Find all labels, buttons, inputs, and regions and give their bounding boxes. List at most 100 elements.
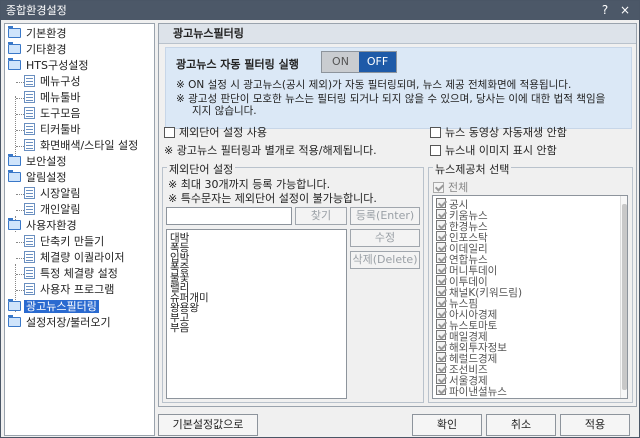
source-item[interactable]: 인포스탁: [436, 231, 488, 243]
sources-scrollbar[interactable]: [620, 196, 627, 398]
tree-item-security[interactable]: 보안설정: [8, 154, 68, 170]
tree-item-volume-equalizer[interactable]: 체결량 이퀄라이저: [24, 250, 126, 266]
source-checkbox[interactable]: [436, 341, 446, 351]
sources-group-title: 뉴스제공처 선택: [433, 161, 512, 177]
hide-images-checkbox[interactable]: [430, 145, 441, 156]
all-sources-checkbox[interactable]: [433, 182, 444, 193]
source-item[interactable]: 공시: [436, 198, 468, 210]
source-checkbox[interactable]: [436, 363, 446, 373]
source-checkbox[interactable]: [436, 297, 446, 307]
ad-news-filter-panel: 광고뉴스필터링 광고뉴스 자동 필터링 실행 ON OFF ※ ON 설정 시 …: [158, 23, 637, 407]
list-item[interactable]: 부음: [170, 323, 189, 334]
source-item[interactable]: 이투데이: [436, 275, 488, 287]
close-icon[interactable]: ×: [618, 1, 632, 20]
settings-tree: 기본환경 기타환경 HTS구성설정 메뉴구성 메뉴툴바 도구모음 티커툴바 화면…: [4, 23, 155, 436]
news-sources-group: 뉴스제공처 선택 전체 공시 키움뉴스 한경뉴스 인포스탁 이데일리 연합뉴스 …: [428, 161, 633, 403]
document-icon: [24, 283, 35, 295]
tree-item-etc[interactable]: 기타환경: [8, 42, 68, 58]
video-autoplay-checkbox[interactable]: [430, 127, 441, 138]
folder-icon: [8, 58, 21, 70]
tree-item-ad-news-filter[interactable]: 광고뉴스필터링: [8, 299, 99, 315]
toggle-on-option[interactable]: ON: [322, 52, 359, 72]
source-item[interactable]: 아시아경제: [436, 308, 497, 320]
source-checkbox[interactable]: [436, 231, 446, 241]
apply-button[interactable]: 적용: [560, 414, 630, 436]
ok-button[interactable]: 확인: [412, 414, 482, 436]
document-icon: [24, 75, 35, 87]
exclude-word-input[interactable]: [166, 207, 292, 225]
source-checkbox[interactable]: [436, 385, 446, 395]
source-item[interactable]: 파이낸셜뉴스: [436, 385, 507, 397]
folder-icon: [8, 218, 21, 230]
source-checkbox[interactable]: [436, 220, 446, 230]
source-item[interactable]: 해외투자정보: [436, 341, 507, 353]
source-item[interactable]: 뉴스핌: [436, 297, 478, 309]
source-item[interactable]: 헤럴드경제: [436, 352, 497, 364]
source-checkbox[interactable]: [436, 352, 446, 362]
document-icon: [24, 139, 35, 151]
panel-title: 광고뉴스필터링: [159, 24, 636, 44]
source-checkbox[interactable]: [436, 253, 446, 263]
sources-list[interactable]: 공시 키움뉴스 한경뉴스 인포스탁 이데일리 연합뉴스 머니투데이 이투데이 채…: [432, 195, 628, 399]
tree-item-menu-toolbar[interactable]: 메뉴툴바: [24, 90, 82, 106]
tree-item-ticker-toolbar[interactable]: 티커툴바: [24, 122, 82, 138]
separate-note: ※ 광고뉴스 필터링과 별개로 적용/해제됩니다.: [164, 144, 377, 157]
source-checkbox[interactable]: [436, 275, 446, 285]
hide-images-option[interactable]: 뉴스내 이미지 표시 안함: [430, 142, 557, 158]
source-checkbox[interactable]: [436, 209, 446, 219]
toggle-off-option[interactable]: OFF: [359, 52, 396, 72]
source-checkbox[interactable]: [436, 374, 446, 384]
tree-item-user-env[interactable]: 사용자환경: [8, 218, 79, 234]
source-item[interactable]: 머니투데이: [436, 264, 497, 276]
source-checkbox[interactable]: [436, 330, 446, 340]
filter-label: 광고뉴스 자동 필터링 실행: [176, 58, 299, 71]
use-exclude-checkbox[interactable]: [164, 127, 175, 138]
source-item[interactable]: 키움뉴스: [436, 209, 488, 221]
delete-button[interactable]: 삭제(Delete): [350, 251, 420, 269]
edit-button[interactable]: 수정: [350, 229, 420, 247]
source-item[interactable]: 조선비즈: [436, 363, 488, 375]
tree-item-hts[interactable]: HTS구성설정: [8, 58, 90, 74]
exclude-words-list[interactable]: 대박 폭등 입박 폭증 불꽃 랠리 슈퍼개미 왕용왕 부고 부음: [166, 229, 347, 399]
register-button[interactable]: 등록(Enter): [350, 207, 420, 225]
tree-item-user-program[interactable]: 사용자 프로그램: [24, 282, 116, 298]
exclude-group-title: 제외단어 설정: [167, 161, 236, 177]
source-item[interactable]: 연합뉴스: [436, 253, 488, 265]
source-checkbox[interactable]: [436, 242, 446, 252]
settings-window: 종합환경설정 ? × 기본환경 기타환경 HTS구성설정 메뉴구성 메뉴툴바 도…: [0, 0, 640, 438]
source-checkbox[interactable]: [436, 286, 446, 296]
source-checkbox[interactable]: [436, 319, 446, 329]
tree-item-market-alert[interactable]: 시장알림: [24, 186, 82, 202]
tree-item-basic[interactable]: 기본환경: [8, 26, 68, 42]
video-autoplay-option[interactable]: 뉴스 동영상 자동재생 안함: [430, 124, 567, 140]
source-checkbox[interactable]: [436, 198, 446, 208]
all-sources-option[interactable]: 전체: [433, 179, 468, 195]
source-item[interactable]: 이데일리: [436, 242, 488, 254]
source-item[interactable]: 서울경제: [436, 374, 488, 386]
use-exclude-words-option[interactable]: 제외단어 설정 사용: [164, 124, 267, 140]
source-item[interactable]: 한경뉴스: [436, 220, 488, 232]
filter-info-box: 광고뉴스 자동 필터링 실행 ON OFF ※ ON 설정 시 광고뉴스(공시 …: [165, 47, 632, 129]
filter-toggle[interactable]: ON OFF: [321, 51, 397, 73]
tree-item-screen-style[interactable]: 화면배색/스타일 설정: [24, 138, 140, 154]
source-checkbox[interactable]: [436, 264, 446, 274]
tree-item-menu-config[interactable]: 메뉴구성: [24, 74, 82, 90]
tree-item-specific-volume[interactable]: 특정 체결량 설정: [24, 266, 120, 282]
tree-item-shortcuts[interactable]: 단축키 만들기: [24, 234, 106, 250]
source-item[interactable]: 뉴스토마토: [436, 319, 497, 331]
source-checkbox[interactable]: [436, 308, 446, 318]
info-note-3: 지지 않습니다.: [192, 105, 257, 117]
tree-item-save-load[interactable]: 설정저장/불러오기: [8, 315, 113, 331]
tree-item-alerts[interactable]: 알림설정: [8, 170, 68, 186]
help-icon[interactable]: ?: [598, 1, 612, 20]
tree-item-personal-alert[interactable]: 개인알림: [24, 202, 82, 218]
info-note-1: ※ ON 설정 시 광고뉴스(공시 제외)가 자동 필터링되며, 뉴스 제공 전…: [176, 79, 572, 91]
source-item[interactable]: 채널K(키워드림): [436, 286, 522, 298]
sources-scroll-thumb[interactable]: [622, 204, 627, 390]
cancel-button[interactable]: 취소: [486, 414, 556, 436]
source-item[interactable]: 매일경제: [436, 330, 488, 342]
tree-item-toolbox[interactable]: 도구모음: [24, 106, 82, 122]
find-button[interactable]: 찾기: [295, 207, 347, 225]
folder-icon: [8, 315, 21, 327]
reset-defaults-button[interactable]: 기본설정값으로: [158, 414, 258, 436]
